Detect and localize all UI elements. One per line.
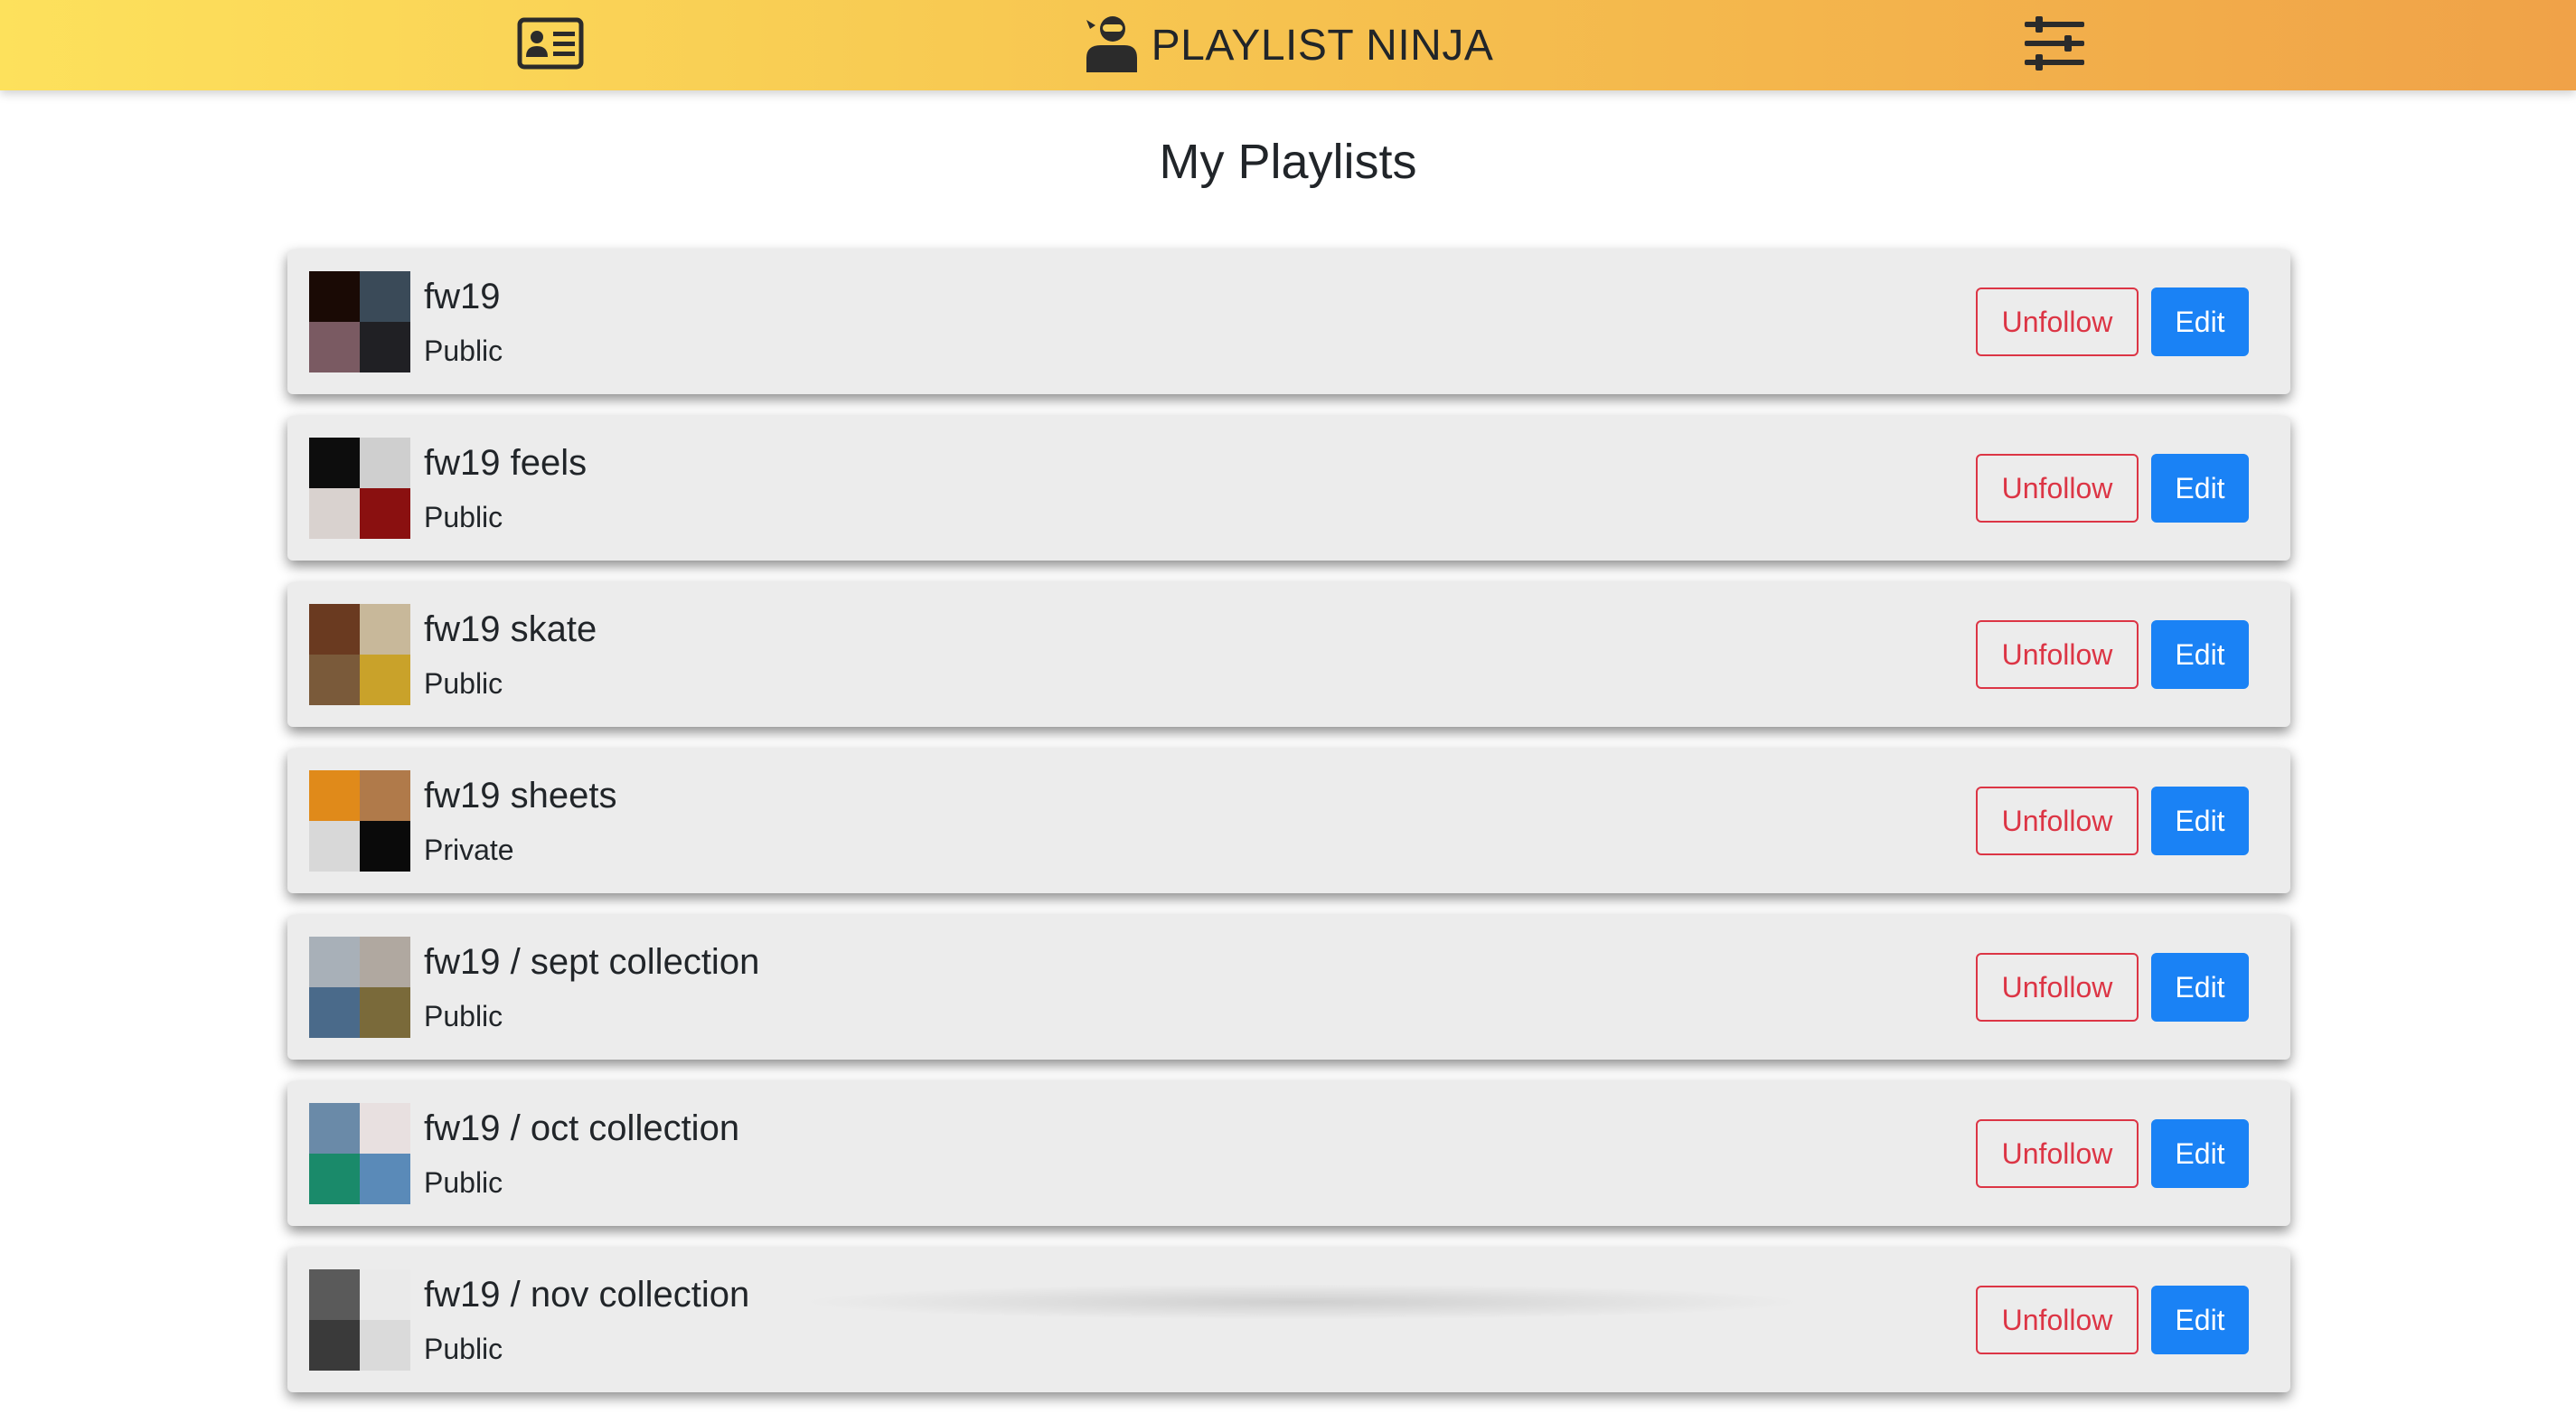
playlist-name[interactable]: fw19 / nov collection <box>424 1275 749 1315</box>
playlist-card[interactable]: fw19 skate Public Unfollow Edit <box>287 582 2290 727</box>
unfollow-button[interactable]: Unfollow <box>1976 787 2139 855</box>
edit-button[interactable]: Edit <box>2151 1286 2249 1354</box>
playlist-cover <box>309 770 410 872</box>
playlist-cover <box>309 438 410 539</box>
playlist-visibility: Public <box>424 1333 503 1365</box>
cover-tile <box>360 1154 410 1204</box>
playlist-card[interactable]: fw19 / sept collection Public Unfollow E… <box>287 915 2290 1060</box>
cover-tile <box>309 1269 360 1320</box>
cover-tile <box>360 821 410 872</box>
playlist-name[interactable]: fw19 skate <box>424 609 597 650</box>
playlist-cover <box>309 937 410 1038</box>
cover-tile <box>309 438 360 488</box>
playlist-name[interactable]: fw19 / sept collection <box>424 942 759 983</box>
cover-tile <box>360 271 410 322</box>
cover-tile <box>309 271 360 322</box>
cover-tile <box>309 488 360 539</box>
edit-button[interactable]: Edit <box>2151 787 2249 855</box>
cover-tile <box>309 821 360 872</box>
cover-tile <box>309 1154 360 1204</box>
top-navbar: PLAYLIST NINJA <box>0 0 2576 90</box>
playlist-visibility: Public <box>424 667 503 700</box>
page-title: My Playlists <box>1159 135 1417 189</box>
edit-button[interactable]: Edit <box>2151 620 2249 689</box>
brand-link[interactable]: PLAYLIST NINJA <box>1083 14 1494 77</box>
edit-button[interactable]: Edit <box>2151 288 2249 356</box>
cover-tile <box>360 604 410 655</box>
playlist-name[interactable]: fw19 / oct collection <box>424 1108 739 1149</box>
playlist-cover <box>309 604 410 705</box>
cover-tile <box>360 438 410 488</box>
playlist-name[interactable]: fw19 <box>424 277 501 317</box>
playlist-cover <box>309 1103 410 1204</box>
cover-tile <box>360 322 410 372</box>
cover-tile <box>360 1320 410 1371</box>
playlist-visibility: Public <box>424 1166 503 1199</box>
playlist-visibility: Public <box>424 501 503 533</box>
unfollow-button[interactable]: Unfollow <box>1976 1286 2139 1354</box>
cover-tile <box>360 937 410 987</box>
cover-tile <box>309 1103 360 1154</box>
playlist-card[interactable]: fw19 feels Public Unfollow Edit <box>287 416 2290 561</box>
brand: PLAYLIST NINJA <box>0 0 2576 90</box>
unfollow-button[interactable]: Unfollow <box>1976 454 2139 523</box>
unfollow-button[interactable]: Unfollow <box>1976 288 2139 356</box>
cover-tile <box>309 937 360 987</box>
playlist-name[interactable]: fw19 feels <box>424 443 587 484</box>
cover-tile <box>360 987 410 1038</box>
edit-button[interactable]: Edit <box>2151 953 2249 1022</box>
playlist-cover <box>309 1269 410 1371</box>
playlist-list: fw19 Public Unfollow Edit fw19 feels Pub… <box>287 250 2290 1414</box>
cover-tile <box>360 655 410 705</box>
playlist-cover <box>309 271 410 372</box>
cover-tile <box>309 770 360 821</box>
cover-tile <box>360 1269 410 1320</box>
playlist-card[interactable]: fw19 sheets Private Unfollow Edit <box>287 749 2290 893</box>
playlist-visibility: Public <box>424 335 503 367</box>
cover-tile <box>360 1103 410 1154</box>
edit-button[interactable]: Edit <box>2151 454 2249 523</box>
id-card-icon[interactable] <box>517 16 584 71</box>
cover-tile <box>309 987 360 1038</box>
playlist-visibility: Public <box>424 1000 503 1032</box>
playlist-card[interactable]: fw19 Public Unfollow Edit <box>287 250 2290 394</box>
cover-tile <box>309 655 360 705</box>
ninja-icon <box>1083 14 1137 77</box>
playlist-visibility: Private <box>424 834 514 866</box>
unfollow-button[interactable]: Unfollow <box>1976 620 2139 689</box>
cover-tile <box>360 770 410 821</box>
cover-tile <box>309 322 360 372</box>
playlist-card[interactable]: fw19 / oct collection Public Unfollow Ed… <box>287 1081 2290 1226</box>
unfollow-button[interactable]: Unfollow <box>1976 1119 2139 1188</box>
cover-tile <box>360 488 410 539</box>
cover-tile <box>309 604 360 655</box>
brand-title: PLAYLIST NINJA <box>1151 21 1494 70</box>
unfollow-button[interactable]: Unfollow <box>1976 953 2139 1022</box>
sliders-icon[interactable] <box>2021 16 2088 71</box>
edit-button[interactable]: Edit <box>2151 1119 2249 1188</box>
playlist-name[interactable]: fw19 sheets <box>424 776 616 816</box>
playlist-card[interactable]: fw19 / nov collection Public Unfollow Ed… <box>287 1248 2290 1392</box>
cover-tile <box>309 1320 360 1371</box>
